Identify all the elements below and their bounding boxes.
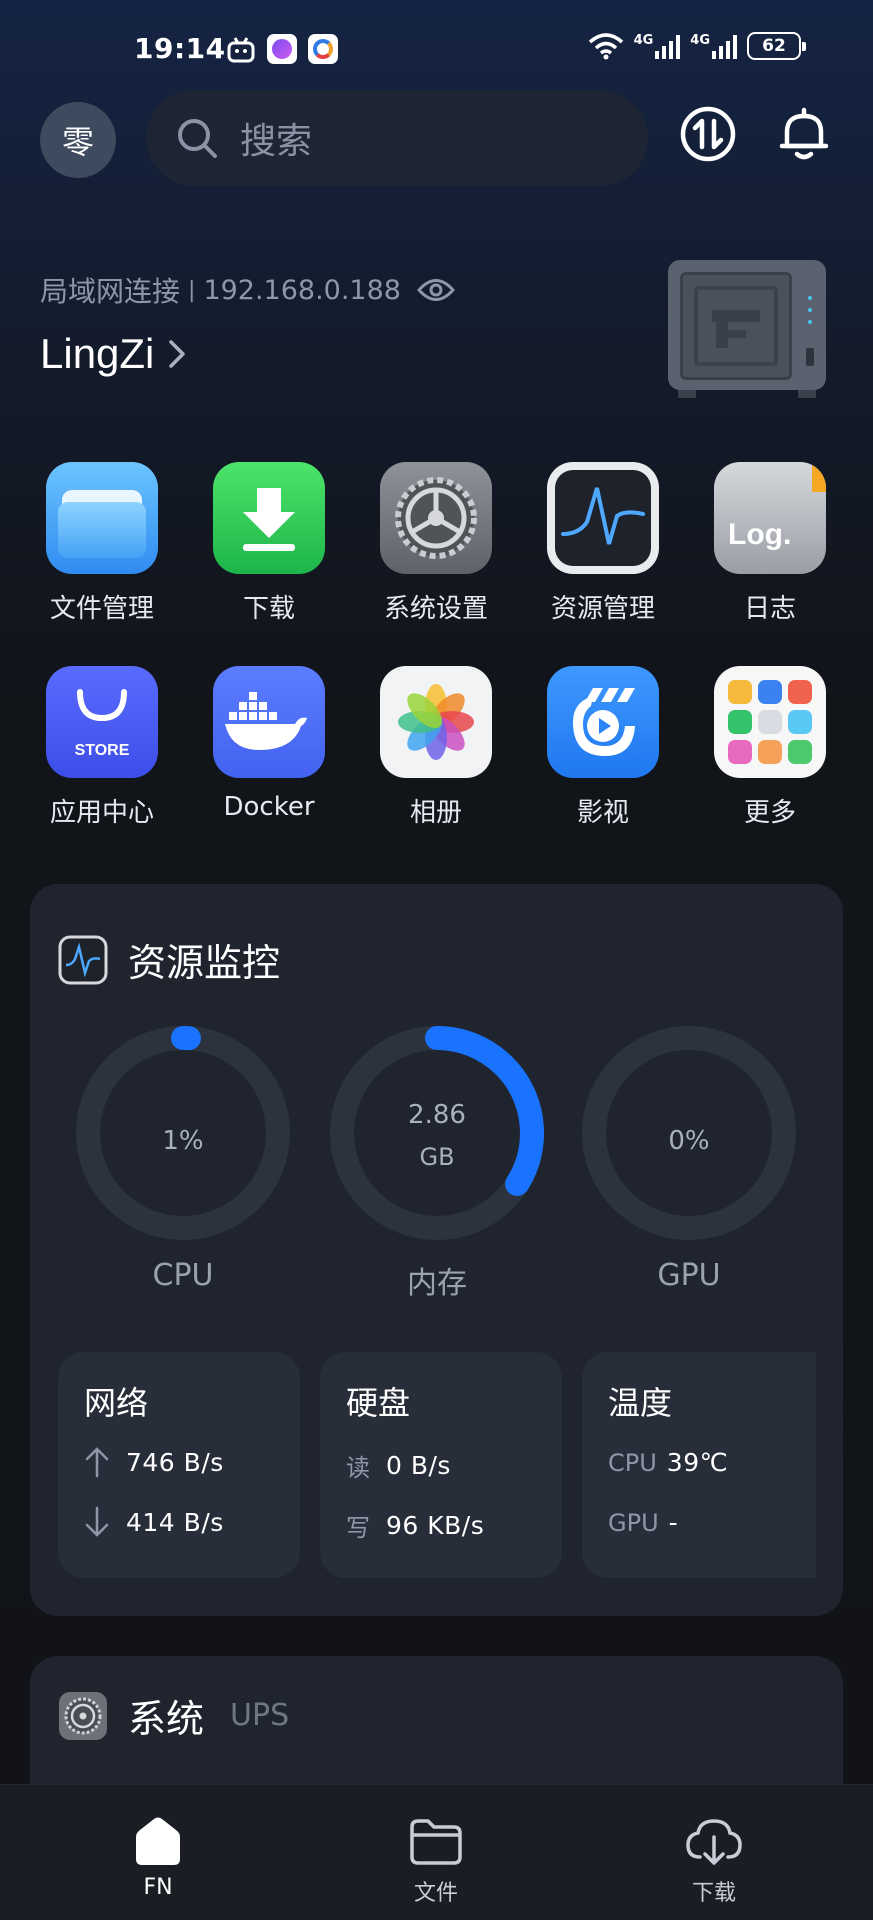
eye-icon[interactable] — [416, 277, 455, 303]
arrow-down-icon — [85, 1506, 109, 1537]
status-right: 4G 4G 62 — [588, 32, 806, 60]
cpu-label: CPU — [152, 1258, 214, 1293]
app-more[interactable]: 更多 — [700, 666, 840, 829]
gpu-label: GPU — [657, 1258, 721, 1293]
activity-monitor-icon — [58, 935, 108, 984]
cpu-value: 1% — [162, 1126, 204, 1156]
app-notify-icon-2 — [308, 34, 338, 64]
network-stat[interactable]: 网络 746 B/s 414 B/s — [58, 1352, 300, 1578]
cell-signal-1: 4G — [634, 34, 681, 59]
app-download[interactable]: 下载 — [199, 462, 339, 625]
lan-connection: 局域网连接 | 192.168.0.188 — [40, 270, 455, 310]
ups-tab[interactable]: UPS — [230, 1698, 289, 1733]
memory-value: 2.86 GB — [408, 1100, 466, 1171]
temperature-stat[interactable]: 温度 CPU 39℃ GPU - — [582, 1352, 816, 1578]
download-cloud-icon — [686, 1819, 742, 1865]
transfer-icon[interactable] — [678, 104, 738, 164]
download-icon — [213, 462, 325, 574]
system-title: 系统 — [128, 1697, 205, 1741]
folder-outline-icon — [410, 1819, 462, 1865]
bell-icon[interactable] — [774, 104, 834, 164]
wifi-icon — [588, 33, 623, 60]
activity-monitor-icon — [547, 462, 659, 574]
arrow-up-icon — [85, 1447, 109, 1478]
status-time: 19:14 — [134, 32, 226, 65]
search-bar[interactable]: 搜索 — [146, 90, 648, 186]
cell-signal-2: 4G — [690, 34, 737, 59]
app-log[interactable]: Log. 日志 — [700, 462, 840, 625]
video-icon — [547, 666, 659, 778]
device-name: LingZi — [40, 330, 155, 377]
app-docker[interactable]: Docker — [199, 666, 339, 822]
app-store[interactable]: STORE 应用中心 — [32, 666, 172, 829]
device-selector[interactable]: LingZi — [40, 330, 186, 378]
gpu-value: 0% — [668, 1126, 710, 1156]
log-icon: Log. — [714, 462, 826, 574]
disk-stat[interactable]: 硬盘 读 0 B/s 写 96 KB/s — [320, 1352, 562, 1578]
nav-downloads[interactable]: 下载 — [634, 1815, 794, 1907]
battery-icon: 62 — [747, 32, 806, 60]
folder-icon — [46, 462, 158, 574]
bottom-nav: FN 文件 下载 — [0, 1784, 873, 1920]
avatar[interactable]: 零 — [40, 102, 116, 178]
ip-address: 192.168.0.188 — [203, 274, 401, 306]
app-resource-manager[interactable]: 资源管理 — [533, 462, 673, 625]
docker-icon — [213, 666, 325, 778]
monitor-header: 资源监控 — [58, 932, 280, 987]
memory-label: 内存 — [407, 1266, 467, 1301]
chevron-right-icon — [169, 340, 186, 368]
app-settings[interactable]: 系统设置 — [366, 462, 506, 625]
nav-files[interactable]: 文件 — [356, 1815, 516, 1907]
system-header: 系统 UPS — [58, 1688, 289, 1743]
search-placeholder: 搜索 — [240, 121, 313, 162]
store-icon: STORE — [46, 666, 158, 778]
settings-gear-icon — [380, 462, 492, 574]
search-icon — [178, 119, 217, 158]
settings-gear-icon — [59, 1691, 107, 1740]
home-icon — [136, 1817, 180, 1865]
more-apps-icon — [714, 666, 826, 778]
app-notify-icon — [267, 34, 297, 64]
nas-device-icon — [668, 260, 826, 398]
nav-fn[interactable]: FN — [78, 1815, 238, 1900]
app-video[interactable]: 影视 — [533, 666, 673, 829]
bilibili-icon — [227, 37, 255, 63]
status-bar: 19:14 4G 4G 62 — [0, 28, 873, 68]
app-photos[interactable]: 相册 — [366, 666, 506, 829]
photos-icon — [380, 666, 492, 778]
app-file-manager[interactable]: 文件管理 — [32, 462, 172, 625]
monitor-title: 资源监控 — [128, 941, 281, 985]
